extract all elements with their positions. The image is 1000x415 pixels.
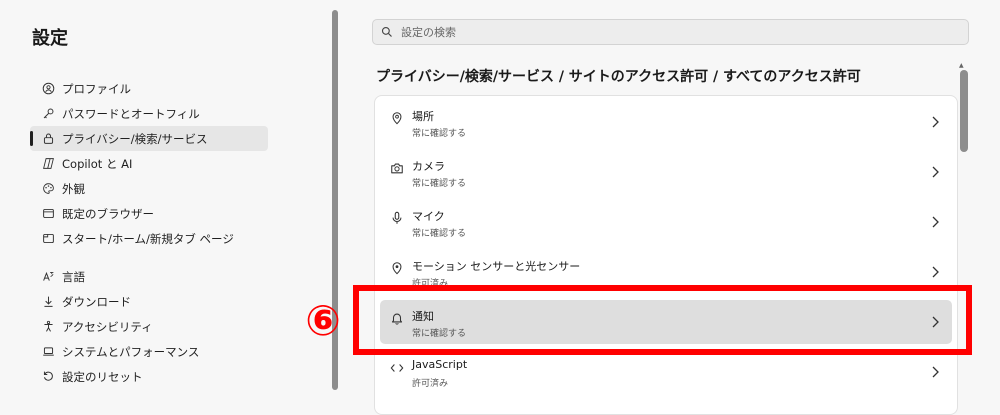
code-icon [390, 360, 404, 374]
permission-row-camera[interactable]: カメラ 常に確認する [380, 150, 952, 194]
key-icon [40, 106, 56, 122]
reset-icon [40, 369, 56, 385]
sidebar-item-reset[interactable]: 設定のリセット [30, 364, 268, 389]
permission-status: 許可済み [412, 379, 449, 389]
permission-status: 常に確認する [412, 179, 467, 189]
laptop-icon [40, 344, 56, 360]
sidebar-item-copilot[interactable]: Copilot と AI [30, 151, 268, 176]
sidebar-item-profile[interactable]: プロファイル [30, 76, 268, 101]
permission-row-javascript[interactable]: JavaScript 許可済み [380, 350, 952, 394]
home-tab-icon [40, 231, 56, 247]
sidebar: 設定 プロファイル パスワードとオートフィル プライバシー/検索/サービス Co… [0, 0, 330, 402]
sidebar-item-label: プライバシー/検索/サービス [62, 131, 208, 146]
search-icon [381, 23, 399, 42]
sidebar-item-label: アクセシビリティ [62, 319, 153, 334]
sidebar-item-label: 外観 [62, 181, 85, 196]
sidebar-nav-group-2: 言語 ダウンロード アクセシビリティ システムとパフォーマンス 設定のリセット [30, 264, 268, 389]
permission-title: マイク [412, 210, 445, 223]
download-icon [40, 294, 56, 310]
sidebar-item-passwords[interactable]: パスワードとオートフィル [30, 101, 268, 126]
settings-title: 設定 [32, 28, 68, 49]
permission-title: JavaScript [412, 358, 468, 371]
permission-row-location[interactable]: 場所 常に確認する [380, 100, 952, 144]
location-icon [390, 110, 404, 125]
chevron-right-icon [930, 264, 940, 278]
sidebar-item-label: 設定のリセット [62, 369, 143, 384]
sidebar-item-default-browser[interactable]: 既定のブラウザー [30, 201, 268, 226]
breadcrumb: プライバシー/検索/サービス / サイトのアクセス許可 / すべてのアクセス許可 [376, 69, 861, 85]
settings-search[interactable] [372, 19, 969, 45]
profile-icon [40, 81, 56, 97]
annotation-step-number: ⑥ [305, 296, 341, 345]
sidebar-item-accessibility[interactable]: アクセシビリティ [30, 314, 268, 339]
permission-title: カメラ [412, 160, 445, 173]
sidebar-item-label: Copilot と AI [62, 156, 133, 171]
chevron-right-icon [930, 114, 940, 128]
chevron-right-icon [930, 364, 940, 378]
chevron-right-icon [930, 214, 940, 228]
accessibility-icon [40, 319, 56, 335]
sensor-icon [390, 260, 404, 275]
annotation-highlight-box [353, 285, 972, 355]
permission-title: 場所 [412, 110, 434, 123]
permission-status: 常に確認する [412, 129, 467, 139]
sidebar-item-appearance[interactable]: 外観 [30, 176, 268, 201]
permission-row-microphone[interactable]: マイク 常に確認する [380, 200, 952, 244]
sidebar-item-label: システムとパフォーマンス [62, 344, 200, 359]
main-scrollbar[interactable] [960, 70, 968, 152]
sidebar-item-label: 言語 [62, 269, 85, 284]
camera-icon [390, 160, 404, 174]
permission-status: 常に確認する [412, 229, 467, 239]
sidebar-item-system[interactable]: システムとパフォーマンス [30, 339, 268, 364]
chevron-right-icon [930, 164, 940, 178]
sidebar-item-label: プロファイル [62, 81, 131, 96]
sidebar-item-label: スタート/ホーム/新規タブ ページ [62, 231, 234, 246]
palette-icon [40, 181, 56, 197]
microphone-icon [390, 210, 404, 224]
lock-icon [40, 131, 56, 147]
sidebar-item-label: 既定のブラウザー [62, 206, 154, 221]
search-input[interactable] [399, 24, 943, 40]
scroll-up-arrow-icon[interactable]: ▲ [959, 62, 964, 69]
sidebar-item-start-home[interactable]: スタート/ホーム/新規タブ ページ [30, 226, 268, 251]
sidebar-item-label: パスワードとオートフィル [62, 106, 200, 121]
sidebar-item-language[interactable]: 言語 [30, 264, 268, 289]
permission-title: モーション センサーと光センサー [412, 260, 581, 273]
sidebar-nav-group-1: プロファイル パスワードとオートフィル プライバシー/検索/サービス Copil… [30, 76, 268, 251]
permissions-list: 場所 常に確認する カメラ 常に確認する マイク 常に確認する モーション セン… [374, 95, 958, 415]
copilot-icon [40, 156, 56, 172]
sidebar-item-privacy[interactable]: プライバシー/検索/サービス [30, 126, 268, 151]
language-icon [40, 269, 56, 285]
sidebar-item-label: ダウンロード [62, 294, 131, 309]
browser-icon [40, 206, 56, 222]
sidebar-item-downloads[interactable]: ダウンロード [30, 289, 268, 314]
